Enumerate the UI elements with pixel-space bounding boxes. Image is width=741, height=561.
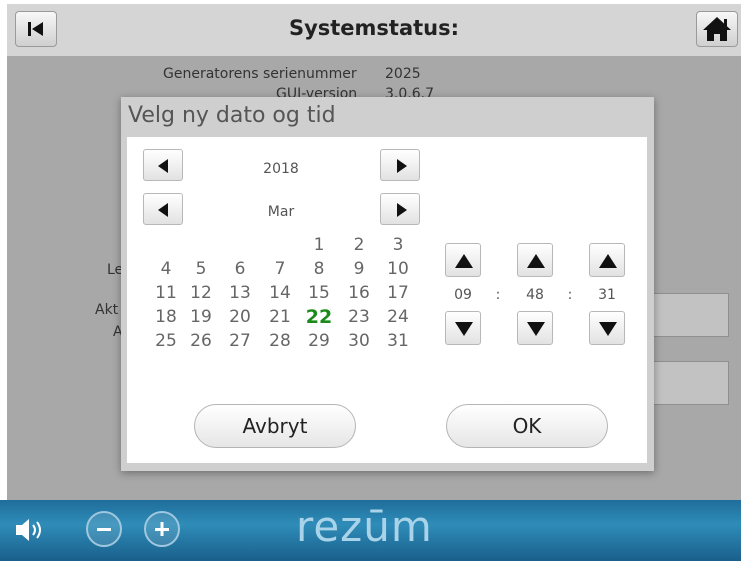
status-button-2[interactable] [653, 361, 729, 405]
header-bar: Systemstatus: [7, 4, 741, 56]
volume-down-button[interactable] [86, 511, 122, 547]
calendar-day[interactable]: 8 [300, 259, 338, 279]
hour-value: 09 [454, 287, 472, 303]
speaker-icon[interactable] [14, 515, 48, 545]
time-separator: : [495, 287, 501, 303]
triangle-left-icon [158, 203, 168, 217]
row-akt-label: Akt [95, 302, 119, 318]
minute-up-button[interactable] [517, 243, 553, 277]
date-time-dialog: Velg ny dato og tid 2018 Mar 1 2 3 4 5 6 7 8 9 10… [121, 97, 654, 471]
hour-down-button[interactable] [445, 311, 481, 345]
calendar-day[interactable]: 19 [182, 307, 220, 327]
calendar-day[interactable]: 2 [340, 235, 378, 255]
calendar-day[interactable]: 29 [300, 331, 338, 351]
triangle-up-icon [599, 254, 617, 268]
volume-up-button[interactable] [144, 511, 180, 547]
calendar-day-selected[interactable]: 22 [300, 306, 338, 328]
dialog-title: Velg ny dato og tid [128, 103, 336, 128]
calendar-day[interactable]: 31 [379, 331, 417, 351]
page-title: Systemstatus: [288, 16, 460, 40]
triangle-down-icon [599, 322, 617, 336]
calendar-day[interactable]: 13 [221, 283, 259, 303]
calendar-day[interactable]: 21 [261, 307, 299, 327]
calendar-day[interactable]: 18 [147, 307, 185, 327]
home-icon [703, 17, 731, 41]
calendar-day[interactable]: 23 [340, 307, 378, 327]
triangle-right-icon [397, 203, 407, 217]
plus-icon [155, 522, 169, 536]
calendar-day[interactable]: 27 [221, 331, 259, 351]
serial-label: Generatorens serienummer [163, 66, 357, 82]
calendar-day[interactable]: 15 [300, 283, 338, 303]
month-display: Mar [267, 204, 295, 220]
calendar-day[interactable]: 26 [182, 331, 220, 351]
calendar-day[interactable]: 1 [300, 235, 338, 255]
ok-button[interactable]: OK [446, 404, 608, 448]
minus-icon [97, 528, 111, 531]
calendar-day[interactable]: 7 [261, 259, 299, 279]
second-down-button[interactable] [589, 311, 625, 345]
calendar-day[interactable]: 12 [182, 283, 220, 303]
minute-down-button[interactable] [517, 311, 553, 345]
minute-value: 48 [526, 287, 544, 303]
triangle-down-icon [527, 322, 545, 336]
triangle-left-icon [158, 159, 168, 173]
prev-year-button[interactable] [143, 149, 183, 181]
triangle-right-icon [397, 159, 407, 173]
calendar-day[interactable]: 25 [147, 331, 185, 351]
triangle-up-icon [455, 254, 473, 268]
calendar-day[interactable]: 3 [379, 235, 417, 255]
prev-month-button[interactable] [143, 193, 183, 225]
serial-value: 2025 [385, 66, 421, 82]
second-up-button[interactable] [589, 243, 625, 277]
next-month-button[interactable] [380, 193, 420, 225]
calendar-day[interactable]: 14 [261, 283, 299, 303]
triangle-down-icon [455, 322, 473, 336]
calendar-day[interactable]: 20 [221, 307, 259, 327]
calendar-day[interactable]: 24 [379, 307, 417, 327]
brand-logo: rezūm [296, 502, 433, 551]
calendar-day[interactable]: 10 [379, 259, 417, 279]
calendar-day[interactable]: 4 [147, 259, 185, 279]
status-button-1[interactable] [653, 293, 729, 337]
year-display: 2018 [263, 161, 299, 177]
calendar-day[interactable]: 16 [340, 283, 378, 303]
cancel-button[interactable]: Avbryt [194, 404, 356, 448]
footer-bar: rezūm [0, 500, 741, 561]
time-separator: : [567, 287, 573, 303]
calendar-day[interactable]: 28 [261, 331, 299, 351]
triangle-up-icon [527, 254, 545, 268]
second-value: 31 [598, 287, 616, 303]
calendar-day[interactable]: 11 [147, 283, 185, 303]
hour-up-button[interactable] [445, 243, 481, 277]
calendar-day[interactable]: 5 [182, 259, 220, 279]
dialog-body: 2018 Mar 1 2 3 4 5 6 7 8 9 10 11 12 13 14 15 16 17 18 19 20… [127, 137, 647, 463]
calendar-day[interactable]: 6 [221, 259, 259, 279]
next-year-button[interactable] [380, 149, 420, 181]
home-button[interactable] [696, 11, 738, 47]
calendar-day[interactable]: 30 [340, 331, 378, 351]
calendar-day[interactable]: 9 [340, 259, 378, 279]
calendar-day[interactable]: 17 [379, 283, 417, 303]
